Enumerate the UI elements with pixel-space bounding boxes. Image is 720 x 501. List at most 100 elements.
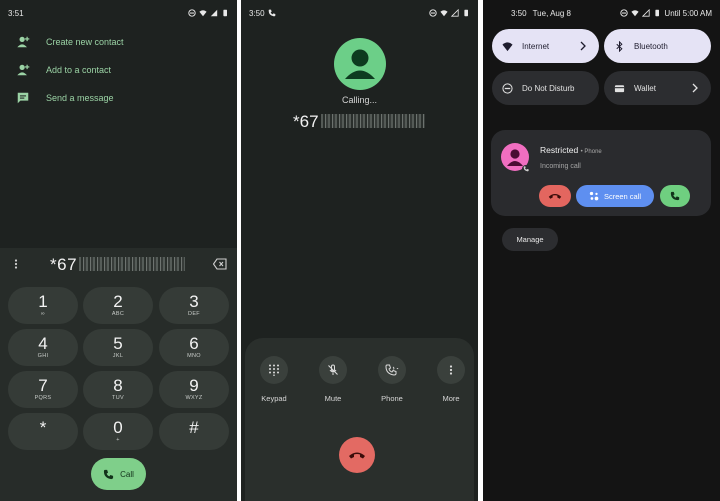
- more-vert-icon[interactable]: [10, 258, 22, 270]
- message-icon: [17, 92, 29, 104]
- status-date: Tue, Aug 8: [532, 8, 571, 18]
- tile-label: Do Not Disturb: [522, 83, 575, 93]
- hang-up-icon: [349, 452, 365, 459]
- call-button[interactable]: Call: [91, 458, 146, 490]
- key-digit: #: [189, 418, 199, 437]
- decline-call-button[interactable]: [539, 185, 571, 207]
- option-label: Add to a contact: [46, 65, 112, 75]
- add-to-contact-option[interactable]: Add to a contact: [0, 56, 237, 84]
- status-time: 3:50: [249, 8, 265, 18]
- screen-call-button[interactable]: Screen call: [576, 185, 654, 207]
- backspace-icon[interactable]: [213, 258, 227, 270]
- notification-shade-screen: 3:50 Tue, Aug 8 Until 5:00 AM Internet B…: [483, 0, 720, 501]
- caller-name: Restricted: [540, 145, 579, 155]
- wallet-tile[interactable]: Wallet: [604, 71, 711, 105]
- call-controls-panel: Keypad Mute Phone More: [245, 338, 474, 501]
- dial-key-star[interactable]: *: [8, 413, 78, 450]
- dialer-options-list: Create new contact Add to a contact Send…: [0, 28, 237, 112]
- dial-key-4[interactable]: 4 GHI: [8, 329, 78, 366]
- dialed-number: *67: [50, 255, 186, 275]
- wifi-icon: [502, 41, 513, 51]
- phone-audio-control[interactable]: Phone: [367, 356, 417, 403]
- key-letters: PQRS: [34, 395, 52, 401]
- dialed-number-field[interactable]: *67: [0, 252, 237, 276]
- caller-avatar: [334, 38, 386, 90]
- dial-key-0[interactable]: 0 +: [83, 413, 153, 450]
- send-message-option[interactable]: Send a message: [0, 84, 237, 112]
- dial-key-1[interactable]: 1 ∞: [8, 287, 78, 324]
- do-not-disturb-tile[interactable]: Do Not Disturb: [492, 71, 599, 105]
- dial-key-3[interactable]: 3 DEF: [159, 287, 229, 324]
- keypad-control[interactable]: Keypad: [249, 356, 299, 403]
- dial-key-7[interactable]: 7 PQRS: [8, 371, 78, 408]
- incoming-call-notification[interactable]: Restricted • Phone Incoming call Screen …: [491, 130, 711, 216]
- dial-key-5[interactable]: 5 JKL: [83, 329, 153, 366]
- accept-call-button[interactable]: [660, 185, 690, 207]
- manage-notifications-button[interactable]: Manage: [502, 228, 558, 251]
- key-digit: 1: [38, 292, 48, 311]
- battery-status-icon: [464, 9, 468, 17]
- end-call-button[interactable]: [339, 437, 375, 473]
- wifi-status-icon: [440, 10, 448, 17]
- internet-tile[interactable]: Internet: [492, 29, 599, 63]
- chevron-right-icon: [692, 83, 698, 93]
- notification-title: Restricted • Phone: [540, 145, 602, 155]
- dial-key-2[interactable]: 2 ABC: [83, 287, 153, 324]
- key-digit: 8: [113, 376, 123, 395]
- battery-status-icon: [223, 9, 227, 17]
- more-control[interactable]: More: [426, 356, 476, 403]
- phone-icon: [670, 191, 680, 201]
- dnd-icon: [502, 82, 513, 94]
- calling-number: *67: [293, 112, 425, 132]
- redacted-number: [320, 114, 425, 128]
- key-digit: 4: [38, 334, 48, 353]
- key-letters: JKL: [112, 353, 124, 359]
- chevron-right-icon: [580, 41, 586, 51]
- dnd-status-icon: [620, 9, 629, 17]
- incoming-call-badge-icon: [522, 165, 530, 173]
- create-new-contact-option[interactable]: Create new contact: [0, 28, 237, 56]
- hang-up-icon: [548, 194, 562, 199]
- bluetooth-tile[interactable]: Bluetooth: [604, 29, 711, 63]
- tile-label: Wallet: [634, 83, 656, 93]
- screen-call-label: Screen call: [603, 191, 642, 201]
- more-vert-icon: [449, 365, 453, 375]
- mic-off-icon: [328, 364, 338, 375]
- key-digit: 7: [38, 376, 48, 395]
- mute-control[interactable]: Mute: [308, 356, 358, 403]
- wallet-icon: [614, 84, 625, 92]
- key-letters: GHI: [37, 353, 49, 359]
- status-bar: 3:50 Tue, Aug 8 Until 5:00 AM: [483, 0, 720, 26]
- add-person-icon: [17, 36, 30, 48]
- key-digit: 6: [189, 334, 199, 353]
- key-letters: +: [116, 437, 120, 443]
- person-icon: [345, 49, 375, 79]
- add-person-icon: [17, 64, 30, 76]
- dnd-until-label: Until 5:00 AM: [664, 8, 712, 18]
- status-bar: 3:50: [241, 0, 478, 26]
- notification-source: • Phone: [580, 149, 602, 155]
- key-digit: 5: [113, 334, 123, 353]
- key-letters: TUV: [112, 395, 124, 401]
- dial-key-9[interactable]: 9 WXYZ: [159, 371, 229, 408]
- dnd-status-icon: [188, 9, 196, 17]
- dial-key-8[interactable]: 8 TUV: [83, 371, 153, 408]
- dnd-status-icon: [429, 9, 437, 17]
- dialed-prefix: *67: [50, 255, 78, 274]
- in-call-screen: 3:50 Calling... *67 Keypad Mute Phone Mo: [241, 0, 478, 501]
- signal-status-icon: [642, 9, 651, 17]
- redacted-number: [79, 257, 186, 271]
- dialer-screen: 3:51 Create new contact Add to a contact…: [0, 0, 237, 501]
- status-bar: 3:51: [0, 0, 237, 26]
- keypad-icon: [269, 364, 279, 376]
- dialed-prefix: *67: [293, 112, 319, 131]
- key-digit: 2: [113, 292, 123, 311]
- dial-key-6[interactable]: 6 MNO: [159, 329, 229, 366]
- key-letters: MNO: [187, 353, 201, 359]
- wifi-status-icon: [631, 10, 640, 17]
- option-label: Send a message: [46, 93, 114, 103]
- dial-key-hash[interactable]: #: [159, 413, 229, 450]
- key-digit: *: [39, 418, 47, 437]
- wifi-status-icon: [199, 10, 207, 17]
- call-label: Call: [120, 469, 134, 479]
